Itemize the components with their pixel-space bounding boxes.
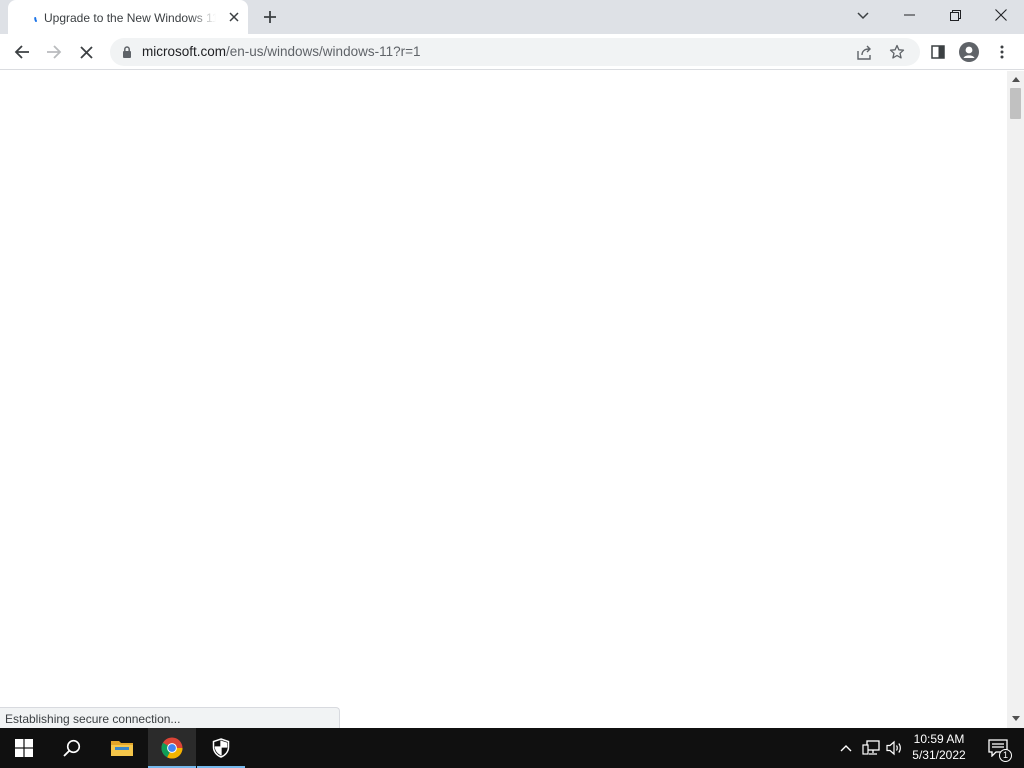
clock-time: 10:59 AM — [913, 732, 965, 746]
scroll-down-arrow-icon[interactable] — [1007, 712, 1024, 724]
menu-button[interactable] — [988, 38, 1016, 66]
taskbar: 10:59 AM 5/31/2022 1 — [0, 728, 1024, 768]
forward-button[interactable] — [40, 38, 68, 66]
restore-icon — [949, 9, 961, 21]
close-window-button[interactable] — [978, 0, 1024, 30]
url-host: microsoft.com — [142, 44, 227, 59]
scroll-up-arrow-icon[interactable] — [1007, 73, 1024, 85]
stop-loading-button[interactable] — [72, 38, 100, 66]
status-text: Establishing secure connection... — [5, 712, 181, 726]
status-bubble: Establishing secure connection... — [0, 707, 340, 728]
file-explorer-icon — [111, 741, 133, 756]
profile-icon — [959, 42, 979, 62]
chrome-icon — [161, 737, 183, 759]
show-hidden-icons-button[interactable] — [836, 728, 856, 768]
chrome-taskbar-button[interactable] — [148, 728, 196, 768]
arrow-left-icon — [14, 45, 29, 59]
lock-icon[interactable] — [120, 45, 134, 59]
scrollbar-thumb[interactable] — [1010, 88, 1021, 119]
page-content — [0, 71, 1007, 728]
arrow-right-icon — [47, 45, 62, 59]
start-button[interactable] — [0, 728, 48, 768]
vertical-scrollbar[interactable] — [1007, 71, 1024, 728]
url-path: /en-us/windows/windows-11?r=1 — [226, 44, 421, 59]
profile-button[interactable] — [955, 38, 983, 66]
chevron-up-icon — [840, 745, 852, 752]
network-button[interactable] — [860, 728, 882, 768]
taskbar-clock[interactable]: 10:59 AM 5/31/2022 — [904, 731, 974, 765]
side-panel-button[interactable] — [924, 38, 952, 66]
browser-toolbar: microsoft.com/en-us/windows/windows-11?r… — [0, 34, 1024, 70]
close-icon — [995, 9, 1007, 21]
windows-start-icon — [15, 739, 33, 757]
share-button[interactable] — [854, 42, 876, 62]
bookmark-button[interactable] — [886, 42, 908, 62]
volume-icon — [886, 740, 901, 756]
file-explorer-button[interactable] — [98, 728, 146, 768]
network-icon — [862, 740, 880, 755]
action-center-button[interactable]: 1 — [978, 728, 1018, 768]
kebab-menu-icon — [1000, 45, 1004, 59]
new-tab-button[interactable] — [258, 5, 282, 29]
search-icon — [63, 739, 81, 757]
browser-tab[interactable]: Upgrade to the New Windows 11 OS | Micro… — [8, 0, 248, 34]
security-app-button[interactable] — [197, 728, 245, 768]
tab-title: Upgrade to the New Windows 11 OS | Micro… — [44, 11, 216, 25]
minimize-button[interactable] — [886, 0, 932, 30]
side-panel-icon — [931, 45, 945, 59]
url-text[interactable]: microsoft.com/en-us/windows/windows-11?r… — [142, 44, 421, 60]
close-icon — [79, 45, 93, 59]
plus-icon — [264, 11, 276, 23]
search-button[interactable] — [48, 728, 96, 768]
back-button[interactable] — [8, 38, 36, 66]
tab-close-icon[interactable] — [224, 7, 244, 27]
volume-button[interactable] — [884, 728, 906, 768]
tab-strip: Upgrade to the New Windows 11 OS | Micro… — [0, 0, 1024, 34]
share-icon — [857, 45, 871, 60]
tab-search-button[interactable] — [851, 4, 875, 28]
address-bar[interactable]: microsoft.com/en-us/windows/windows-11?r… — [110, 38, 920, 66]
minimize-icon — [903, 14, 915, 16]
star-icon — [889, 44, 905, 59]
clock-date: 5/31/2022 — [912, 748, 966, 762]
restore-button[interactable] — [932, 0, 978, 30]
chevron-down-icon — [857, 12, 869, 20]
security-shield-icon — [212, 738, 230, 758]
notification-count-badge: 1 — [999, 749, 1012, 762]
